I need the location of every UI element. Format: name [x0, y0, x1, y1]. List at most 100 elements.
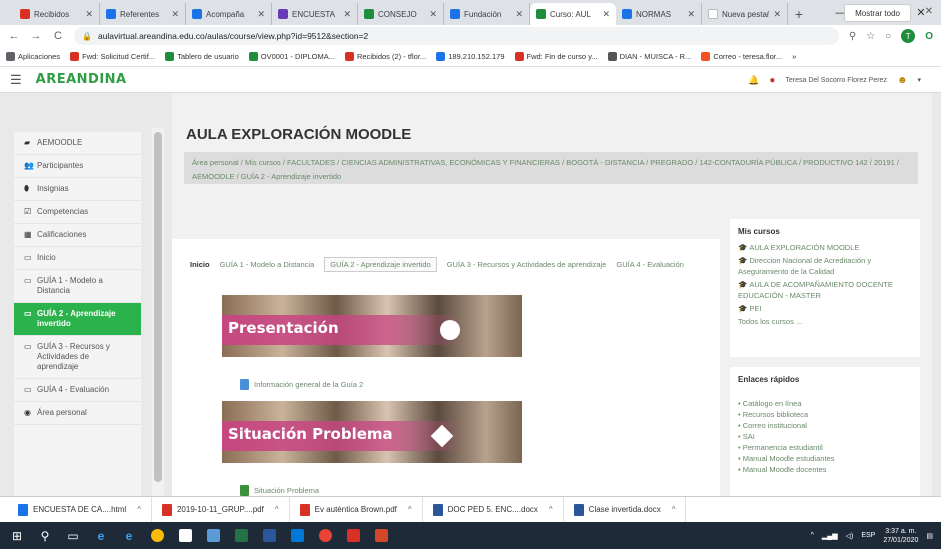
user-menu-caret-icon[interactable]: ▾ — [917, 76, 921, 84]
quick-link[interactable]: • SAI — [738, 431, 912, 442]
sidebar-item[interactable]: ▭ GUÍA 2 - Aprendizaje invertido — [14, 303, 141, 336]
browser-tab[interactable]: NORMAS ✕ — [616, 3, 702, 25]
download-menu-icon[interactable]: ^ — [137, 505, 141, 514]
bell-icon[interactable]: 🔔 — [748, 75, 759, 86]
clock[interactable]: 3:37 a. m. 27/01/2020 — [883, 527, 918, 545]
course-link[interactable]: 🎓 PEI — [738, 303, 912, 314]
section-tab[interactable]: Inicio — [190, 260, 210, 269]
download-item[interactable]: Clase invertida.docx ^ — [564, 496, 687, 523]
download-item[interactable]: ENCUESTA DE CA....html ^ — [8, 496, 152, 523]
bookmark-item[interactable]: OV0001 - DIPLOMA... — [248, 52, 335, 61]
windows-start-icon[interactable]: ⊞ — [6, 525, 28, 547]
browser-tab[interactable]: Recibidos ✕ — [14, 3, 100, 25]
section-tab[interactable]: GUÍA 2 - Aprendizaje invertido — [324, 257, 437, 272]
search-icon[interactable]: ⚲ — [34, 525, 56, 547]
tab-close-icon[interactable]: ✕ — [773, 9, 781, 20]
course-link[interactable]: 🎓 Direccion Nacional de Acreditación y As… — [738, 255, 912, 277]
sidebar-item[interactable]: ◉ Área personal — [14, 402, 141, 425]
bookmark-item[interactable]: Tablero de usuario — [165, 52, 239, 61]
tab-close-icon[interactable]: ✕ — [257, 9, 265, 20]
course-link[interactable]: 🎓 AULA EXPLORACIÓN MOODLE — [738, 242, 912, 253]
user-name[interactable]: Teresa Del Socorro Florez Perez — [785, 77, 887, 84]
extension-icon[interactable]: ○ — [885, 31, 891, 42]
download-menu-icon[interactable]: ^ — [408, 505, 412, 514]
chrome-active-icon[interactable] — [314, 525, 336, 547]
tab-close-icon[interactable]: ✕ — [687, 9, 695, 20]
sidebar-item[interactable]: ▦ Calificaciones — [14, 224, 141, 247]
browser-tab[interactable]: Fundación ✕ — [444, 3, 530, 25]
sidebar-item[interactable]: ▭ GUÍA 4 - Evaluación — [14, 379, 141, 402]
file-link-info[interactable]: Información general de la Guía 2 — [240, 379, 363, 390]
quick-link[interactable]: • Correo institucional — [738, 420, 912, 431]
tab-close-icon[interactable]: ✕ — [171, 9, 179, 20]
bookmark-item[interactable]: Fwd: Fin de curso y... — [514, 52, 598, 61]
url-field[interactable]: 🔒 aulavirtual.areandina.edu.co/aulas/cou… — [74, 27, 839, 45]
edge-icon[interactable]: e — [90, 525, 112, 547]
browser-tab[interactable]: Curso: AUL ✕ — [530, 3, 616, 25]
zoom-icon[interactable]: ⚲ — [849, 31, 856, 42]
tray-arrow-icon[interactable]: ^ — [811, 532, 814, 539]
site-logo[interactable]: AREANDINA — [36, 72, 127, 87]
tab-close-icon[interactable]: ✕ — [602, 9, 610, 20]
sidebar-item[interactable]: ▭ GUÍA 3 - Recursos y Actividades de apre… — [14, 336, 141, 379]
browser-tab[interactable]: Nueva pestaña ✕ — [702, 3, 788, 25]
reload-button[interactable]: C — [52, 30, 64, 42]
download-menu-icon[interactable]: ^ — [672, 505, 676, 514]
section-tab[interactable]: GUÍA 1 - Modelo a Distancia — [220, 260, 315, 269]
bookmark-item[interactable]: Correo - teresa.flor... — [701, 52, 782, 61]
network-icon[interactable]: ▂▄▆ — [822, 532, 838, 540]
sidebar-item[interactable]: ☑ Competencias — [14, 201, 141, 224]
show-all-downloads-button[interactable]: Mostrar todo — [844, 4, 911, 22]
sidebar-item[interactable]: ▰ AEMOODLE — [14, 132, 141, 155]
forward-button[interactable]: → — [30, 30, 42, 42]
browser-tab[interactable]: Acompaña ✕ — [186, 3, 272, 25]
browser-tab[interactable]: Referentes ✕ — [100, 3, 186, 25]
notifications-icon[interactable]: ▤ — [926, 532, 933, 540]
bookmark-item[interactable]: Fwd: Solicitud Certif... — [70, 52, 155, 61]
file-link-label[interactable]: Situación Problema — [254, 486, 319, 495]
download-menu-icon[interactable]: ^ — [549, 505, 553, 514]
volume-icon[interactable]: ◁) — [846, 532, 854, 540]
bookmark-item[interactable]: Aplicaciones — [6, 52, 60, 61]
file-link-problem[interactable]: Situación Problema — [240, 485, 319, 496]
back-button[interactable]: ← — [8, 30, 20, 42]
chat-icon[interactable]: ● — [769, 75, 775, 86]
close-downloads-icon[interactable]: ✕ — [925, 6, 933, 17]
sidebar-scrollbar[interactable] — [152, 128, 164, 496]
user-avatar[interactable]: ☻ — [897, 75, 908, 86]
chrome-icon[interactable] — [146, 525, 168, 547]
quick-link[interactable]: • Manual Moodle docentes — [738, 464, 912, 475]
tab-close-icon[interactable]: ✕ — [85, 9, 93, 20]
tab-close-icon[interactable]: ✕ — [343, 9, 351, 20]
quick-link[interactable]: • Catálogo en línea — [738, 398, 912, 409]
powerpoint-icon[interactable] — [370, 525, 392, 547]
section-tab[interactable]: GUÍA 3 - Recursos y Actividades de apren… — [447, 260, 607, 269]
hamburger-menu-icon[interactable]: ☰ — [10, 72, 22, 88]
bookmark-item[interactable]: Recibidos (2) - tflor... — [344, 52, 426, 61]
excel-icon[interactable] — [230, 525, 252, 547]
tab-close-icon[interactable]: ✕ — [515, 9, 523, 20]
store-icon[interactable] — [174, 525, 196, 547]
quick-link[interactable]: • Permanencia estudiantil — [738, 442, 912, 453]
task-view-icon[interactable]: ▭ — [62, 525, 84, 547]
all-courses-link[interactable]: Todos los cursos ... — [738, 316, 912, 327]
bookmark-star-icon[interactable]: ☆ — [866, 31, 875, 42]
new-tab-button[interactable]: + — [788, 3, 810, 25]
bookmarks-overflow-icon[interactable]: » — [792, 52, 796, 61]
sidebar-item[interactable]: ▭ Inicio — [14, 247, 141, 270]
language-indicator[interactable]: ESP — [861, 532, 875, 539]
download-item[interactable]: 2019-10-11_GRUP....pdf ^ — [152, 496, 290, 523]
ie-icon[interactable]: e — [118, 525, 140, 547]
acrobat-icon[interactable] — [342, 525, 364, 547]
download-item[interactable]: DOC PED 5. ENC....docx ^ — [423, 496, 564, 523]
profile-avatar[interactable]: T — [901, 29, 916, 43]
browser-tab[interactable]: CONSEJO ✕ — [358, 3, 444, 25]
scrollbar-thumb[interactable] — [154, 132, 162, 482]
sidebar-item[interactable]: ▭ GUÍA 1 - Modelo a Distancia — [14, 270, 141, 303]
section-tab[interactable]: GUÍA 4 - Evaluación — [616, 260, 684, 269]
download-item[interactable]: Ev auténtica Brown.pdf ^ — [290, 496, 423, 523]
browser-tab[interactable]: ENCUESTA ✕ — [272, 3, 358, 25]
bookmark-item[interactable]: 189.210.152.179 — [436, 52, 505, 61]
tab-close-icon[interactable]: ✕ — [429, 9, 437, 20]
sidebar-item[interactable]: 👥 Participantes — [14, 155, 141, 178]
